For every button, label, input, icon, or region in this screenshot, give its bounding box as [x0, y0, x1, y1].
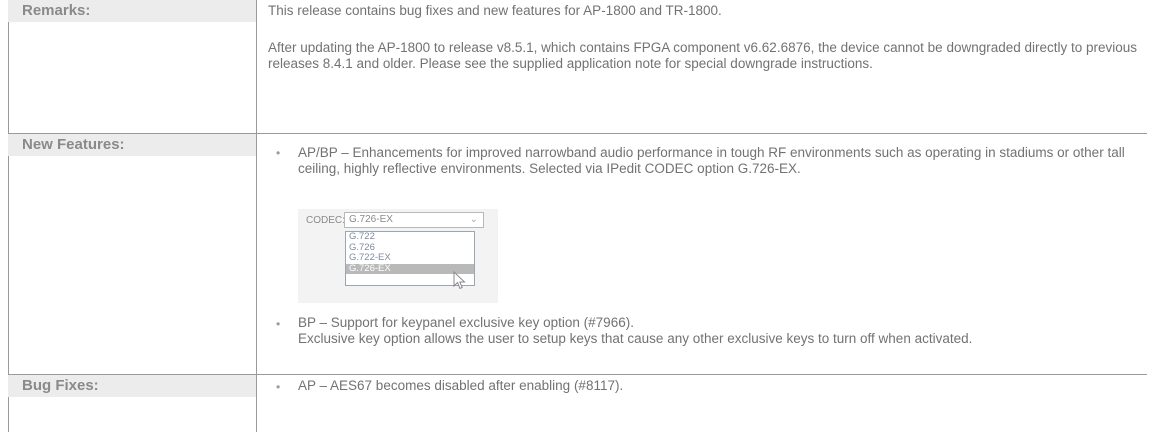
- mouse-pointer-icon: [453, 271, 466, 290]
- codec-option: G.722: [349, 231, 375, 242]
- new-features-label: New Features:: [8, 134, 256, 156]
- remarks-paragraph-2: After updating the AP-1800 to release v8…: [268, 40, 1138, 71]
- remarks-row: Remarks: This release contains bug fixes…: [8, 0, 1147, 133]
- new-features-label-cell: New Features:: [8, 134, 257, 374]
- feature-item-1: AP/BP – Enhancements for improved narrow…: [298, 145, 1125, 176]
- bug-fixes-row: Bug Fixes: • AP – AES67 becomes disabled…: [8, 375, 1147, 432]
- bug-fixes-label: Bug Fixes:: [8, 375, 256, 397]
- remarks-label: Remarks:: [8, 0, 256, 22]
- codec-selected-value: G.726-EX: [349, 214, 393, 225]
- codec-screenshot: CODEC: G.726-EX ⌄ G.722 G.726 G.722-EX G…: [298, 209, 498, 303]
- remarks-label-cell: Remarks:: [8, 0, 257, 133]
- codec-label: CODEC:: [306, 215, 345, 226]
- remarks-paragraph-1: This release contains bug fixes and new …: [268, 3, 722, 18]
- codec-select: G.726-EX ⌄: [344, 212, 484, 228]
- new-features-row: New Features: • AP/BP – Enhancements for…: [8, 134, 1147, 374]
- bug-fix-item-1: AP – AES67 becomes disabled after enabli…: [298, 378, 624, 393]
- bullet: •: [276, 317, 281, 331]
- bug-fixes-label-cell: Bug Fixes:: [8, 375, 257, 432]
- feature-item-2-line-2: Exclusive key option allows the user to …: [298, 331, 973, 346]
- bullet: •: [276, 146, 281, 160]
- codec-option: G.722-EX: [349, 252, 391, 263]
- feature-item-2-line-1: BP – Support for keypanel exclusive key …: [298, 315, 634, 330]
- chevron-down-icon: ⌄: [469, 214, 478, 225]
- bullet: •: [276, 380, 281, 394]
